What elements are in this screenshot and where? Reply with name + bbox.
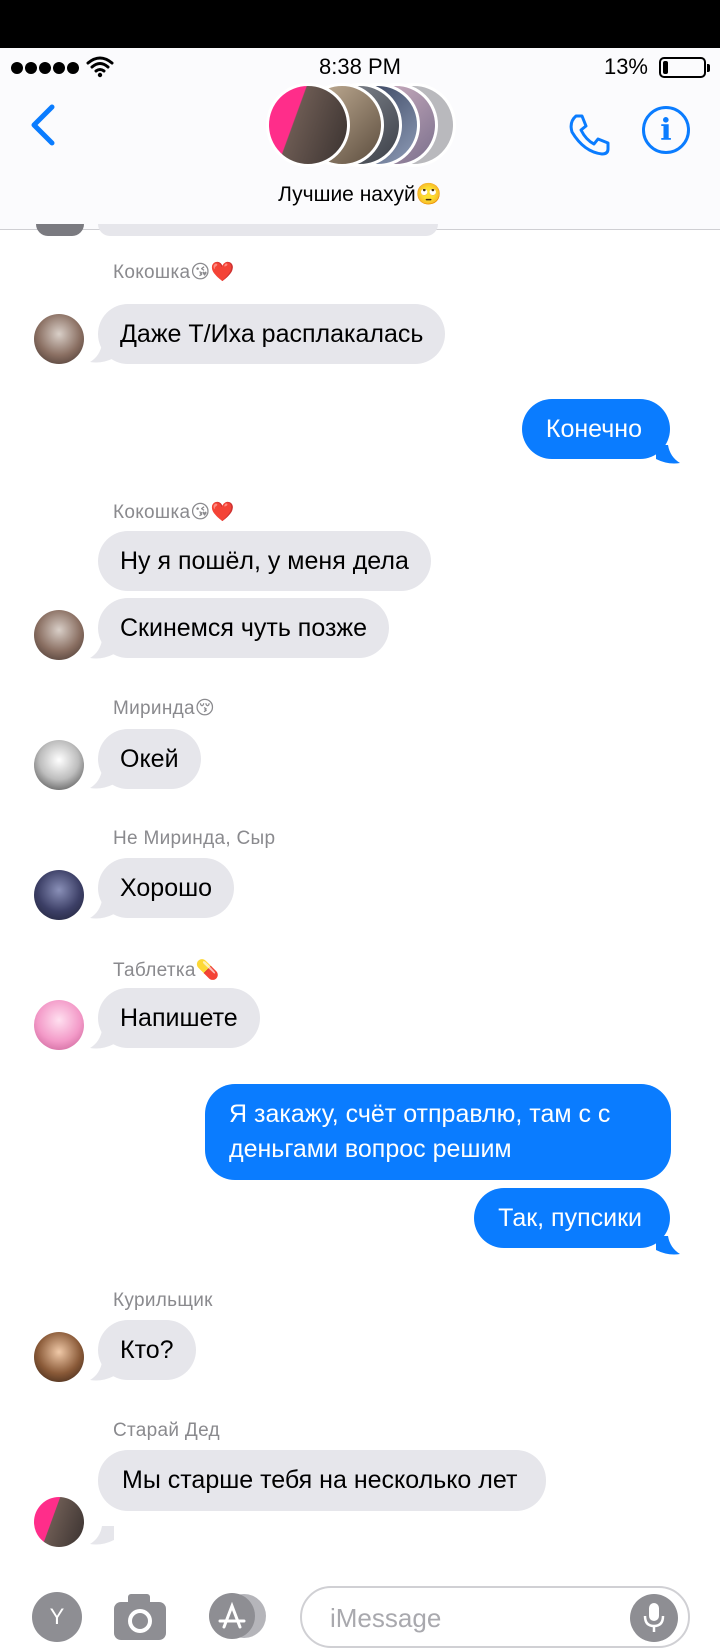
conversation-header: 8:38 PM 13% Лучшие нахуй🙄 i bbox=[0, 48, 720, 230]
avatar bbox=[36, 224, 84, 236]
group-name[interactable]: Лучшие нахуй🙄 bbox=[0, 183, 720, 207]
message-bubble-incoming[interactable]: Мы старше тебя на несколько лет bbox=[98, 1450, 546, 1511]
avatar[interactable] bbox=[34, 610, 84, 660]
message-input-placeholder: iMessage bbox=[330, 1603, 442, 1633]
microphone-icon[interactable] bbox=[630, 1594, 678, 1642]
member-avatar bbox=[266, 83, 350, 167]
bubble-tail bbox=[90, 1526, 114, 1545]
status-bar: 8:38 PM 13% bbox=[0, 48, 720, 84]
message-bubble-partial bbox=[98, 224, 438, 236]
message-bubble-outgoing[interactable]: Я закажу, счёт отправлю, там с с деньгам… bbox=[205, 1084, 671, 1180]
group-avatar-stack[interactable] bbox=[266, 83, 456, 167]
battery-percentage: 13% bbox=[603, 54, 648, 79]
message-bubble-incoming[interactable]: Скинемся чуть позже bbox=[98, 598, 390, 658]
message-bubble-outgoing[interactable]: Конечно bbox=[521, 399, 670, 459]
message-bubble-incoming[interactable]: Ну я пошёл, у меня дела bbox=[98, 531, 431, 591]
chevron-left-icon bbox=[31, 104, 55, 146]
apps-button[interactable]: Y bbox=[32, 1592, 82, 1642]
compose-bar: Y iMessage bbox=[0, 1572, 720, 1650]
message-bubble-incoming[interactable]: Окей bbox=[98, 729, 201, 789]
camera-icon[interactable] bbox=[112, 1590, 168, 1642]
message-bubble-incoming[interactable]: Даже Т/Иха расплакалась bbox=[98, 304, 446, 364]
battery-icon bbox=[659, 57, 710, 78]
sender-name: Курильщик bbox=[113, 1290, 213, 1311]
avatar[interactable] bbox=[34, 870, 84, 920]
info-icon[interactable]: i bbox=[642, 106, 690, 154]
avatar[interactable] bbox=[34, 1000, 84, 1050]
sender-name: Старай Дед bbox=[113, 1420, 220, 1441]
message-input[interactable]: iMessage bbox=[300, 1586, 690, 1648]
avatar[interactable] bbox=[34, 314, 84, 364]
message-bubble-incoming[interactable]: Хорошо bbox=[98, 858, 235, 918]
sender-name: Не Миринда, Сыр bbox=[113, 828, 276, 849]
message-bubble-incoming[interactable]: Напишете bbox=[98, 988, 260, 1048]
sender-name: Кокошка😘❤️ bbox=[113, 502, 235, 523]
avatar[interactable] bbox=[34, 740, 84, 790]
sender-name: Таблетка💊 bbox=[113, 960, 220, 981]
avatar[interactable] bbox=[34, 1497, 84, 1547]
sender-name: Кокошка😘❤️ bbox=[113, 262, 235, 283]
battery-level bbox=[663, 61, 668, 74]
avatar[interactable] bbox=[34, 1332, 84, 1382]
phone-icon[interactable] bbox=[564, 110, 612, 158]
sender-name: Миринда😚 bbox=[113, 698, 215, 719]
message-bubble-incoming[interactable]: Кто? bbox=[98, 1320, 196, 1380]
app-store-icon[interactable] bbox=[204, 1590, 270, 1642]
top-black-bar bbox=[0, 0, 720, 48]
back-button[interactable] bbox=[22, 100, 62, 150]
message-bubble-outgoing[interactable]: Так, пупсики bbox=[474, 1188, 670, 1248]
